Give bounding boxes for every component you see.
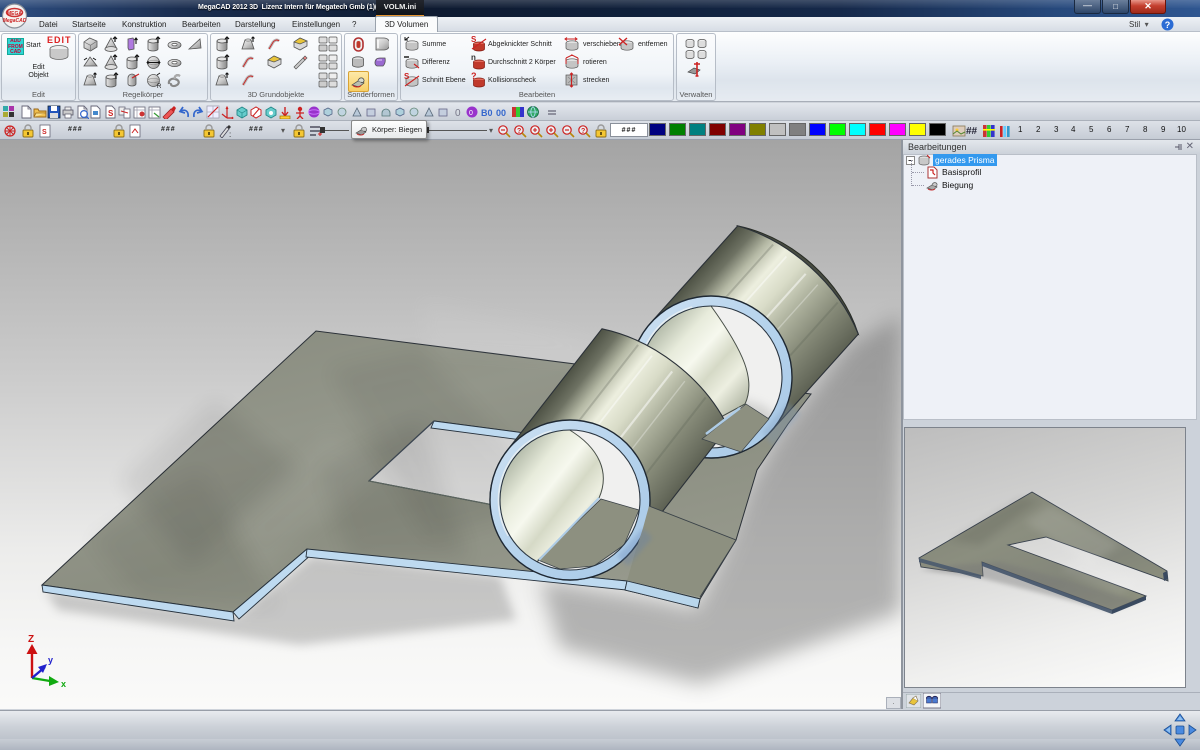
svg-text:x: x (61, 679, 66, 689)
svg-text:?: ? (1165, 20, 1171, 30)
svg-text:R: R (157, 84, 162, 89)
svg-text:00: 00 (496, 108, 506, 118)
svg-text:n: n (471, 54, 476, 62)
svg-text:0: 0 (469, 110, 473, 117)
svg-text:S: S (108, 109, 114, 118)
svg-text:Z: Z (28, 634, 34, 645)
svg-text:B0: B0 (481, 108, 493, 118)
svg-text::: : (229, 130, 231, 138)
svg-text:?: ? (581, 128, 585, 135)
svg-text:MEGA: MEGA (7, 11, 22, 17)
svg-text:S: S (471, 36, 477, 44)
svg-text:S: S (404, 72, 410, 81)
svg-text:?: ? (517, 128, 521, 135)
svg-text:MegaCAD: MegaCAD (3, 18, 27, 24)
svg-text:0: 0 (455, 108, 461, 119)
svg-text:y: y (48, 655, 53, 665)
svg-text:S: S (42, 129, 47, 136)
svg-text:?: ? (471, 72, 477, 81)
